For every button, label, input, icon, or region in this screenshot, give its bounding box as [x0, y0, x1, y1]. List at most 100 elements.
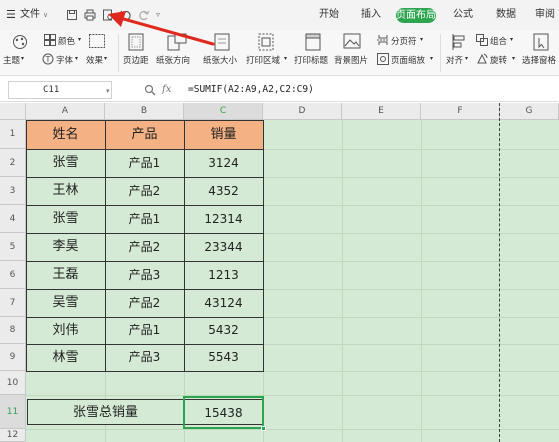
column-header-a[interactable]: A — [26, 103, 105, 120]
table-cell[interactable]: 吴雪 — [26, 289, 105, 317]
formula-input[interactable]: =SUMIF(A2:A9,A2,C2:C9) — [188, 78, 314, 102]
tab-formulas[interactable]: 公式 — [453, 0, 473, 30]
table-cell[interactable]: 12314 — [184, 205, 263, 233]
row-header[interactable]: 4 — [0, 205, 26, 233]
table-cell[interactable]: 王磊 — [26, 261, 105, 289]
group-button[interactable]: 组合 — [490, 35, 507, 47]
chevron-down-icon[interactable]: ▾ — [284, 55, 287, 62]
tab-review[interactable]: 审阅 — [535, 0, 555, 30]
print-area-button[interactable]: 打印区域 — [246, 54, 280, 66]
background-image-button[interactable]: 背景图片 — [334, 54, 368, 66]
table-cell[interactable]: 5543 — [184, 344, 263, 371]
selection-pane-icon[interactable] — [533, 33, 549, 51]
column-header-g[interactable]: G — [500, 103, 559, 120]
row-header[interactable]: 12 — [0, 429, 26, 442]
print-icon[interactable] — [84, 9, 96, 21]
table-cell[interactable]: 刘伟 — [26, 317, 105, 344]
table-cell[interactable]: 产品1 — [105, 317, 184, 344]
orientation-button[interactable]: 纸张方向 — [156, 54, 190, 66]
table-cell[interactable]: 产品2 — [105, 233, 184, 261]
zoom-icon[interactable] — [144, 84, 156, 96]
chevron-down-icon[interactable]: ▾ — [104, 55, 107, 62]
background-image-icon[interactable] — [343, 33, 361, 49]
colors-icon[interactable] — [44, 34, 56, 46]
table-cell[interactable]: 张雪 — [26, 149, 105, 177]
chevron-down-icon[interactable]: ▾ — [465, 55, 468, 62]
file-menu[interactable]: 文件 — [20, 0, 40, 30]
table-cell[interactable]: 5432 — [184, 317, 263, 344]
chevron-down-icon[interactable]: ▾ — [106, 87, 110, 95]
row-header[interactable]: 2 — [0, 149, 26, 177]
group-icon[interactable] — [476, 34, 488, 46]
fonts-button[interactable]: 字体 — [56, 54, 73, 66]
table-cell[interactable]: 产品1 — [105, 149, 184, 177]
column-header-e[interactable]: E — [342, 103, 421, 120]
header-product-cell[interactable]: 产品 — [105, 120, 184, 149]
rotate-button[interactable]: 旋转 — [490, 54, 507, 66]
chevron-down-icon[interactable]: ▾ — [430, 55, 433, 62]
rotate-icon[interactable] — [476, 53, 488, 65]
paper-size-button[interactable]: 纸张大小 — [203, 54, 237, 66]
margins-icon[interactable] — [128, 33, 144, 51]
row-header[interactable]: 8 — [0, 317, 26, 344]
align-button[interactable]: 对齐 — [446, 54, 463, 66]
table-cell[interactable]: 43124 — [184, 289, 263, 317]
chevron-down-icon[interactable]: ▾ — [512, 55, 515, 62]
chevron-down-icon[interactable]: ▾ — [75, 55, 78, 62]
row-header[interactable]: 7 — [0, 289, 26, 317]
column-header-f[interactable]: F — [421, 103, 500, 120]
row-header[interactable]: 11 — [0, 395, 26, 429]
orientation-icon[interactable] — [167, 33, 187, 51]
column-header-c[interactable]: C — [184, 103, 263, 120]
row-header[interactable]: 5 — [0, 233, 26, 261]
table-cell[interactable]: 李昊 — [26, 233, 105, 261]
table-cell[interactable]: 产品1 — [105, 205, 184, 233]
header-name-cell[interactable]: 姓名 — [26, 120, 105, 149]
table-cell[interactable]: 4352 — [184, 177, 263, 205]
theme-button[interactable]: 主题 — [3, 54, 20, 66]
row-header[interactable]: 3 — [0, 177, 26, 205]
tab-home[interactable]: 开始 — [319, 0, 339, 30]
row-header[interactable]: 10 — [0, 371, 26, 395]
fx-icon[interactable]: fx — [162, 78, 171, 102]
undo-icon[interactable] — [120, 9, 132, 21]
row-header[interactable]: 6 — [0, 261, 26, 289]
fonts-icon[interactable]: T — [42, 53, 54, 65]
chevron-down-icon[interactable]: ▾ — [21, 55, 24, 62]
tab-page-layout[interactable]: 页面布局 — [396, 8, 436, 23]
selection-pane-button[interactable]: 选择窗格 — [522, 54, 556, 66]
table-cell[interactable]: 林雪 — [26, 344, 105, 371]
paper-size-icon[interactable] — [214, 33, 230, 51]
row-header[interactable]: 9 — [0, 344, 26, 371]
table-cell[interactable]: 产品2 — [105, 289, 184, 317]
chevron-down-icon[interactable]: ∨ — [43, 0, 48, 30]
page-break-button[interactable]: 分页符 — [391, 35, 417, 47]
name-box[interactable]: C11 — [8, 81, 112, 99]
spreadsheet-grid[interactable]: A B C D E F G 1 2 3 4 5 6 7 8 9 10 11 12… — [0, 103, 559, 442]
tab-data[interactable]: 数据 — [496, 0, 516, 30]
header-sales-cell[interactable]: 销量 — [184, 120, 263, 149]
print-titles-icon[interactable] — [305, 33, 321, 51]
colors-button[interactable]: 颜色 — [58, 35, 75, 47]
column-header-b[interactable]: B — [105, 103, 184, 120]
table-cell[interactable]: 3124 — [184, 149, 263, 177]
quick-access-dropdown-icon[interactable]: ▿ — [156, 0, 160, 30]
margins-button[interactable]: 页边距 — [123, 54, 149, 66]
summary-label-cell[interactable]: 张雪总销量 — [27, 399, 184, 425]
page-break-icon[interactable] — [377, 34, 389, 46]
effects-button[interactable]: 效果 — [86, 54, 103, 66]
print-area-icon[interactable] — [258, 33, 274, 51]
chevron-down-icon[interactable]: ▾ — [510, 36, 513, 43]
print-preview-icon[interactable] — [102, 9, 114, 21]
effects-icon[interactable] — [89, 34, 105, 48]
chevron-down-icon[interactable]: ▾ — [420, 36, 423, 43]
page-zoom-icon[interactable] — [377, 53, 389, 65]
row-header[interactable]: 1 — [0, 120, 26, 149]
table-cell[interactable]: 王林 — [26, 177, 105, 205]
column-header-d[interactable]: D — [263, 103, 342, 120]
theme-icon[interactable] — [10, 34, 30, 50]
select-all-corner[interactable] — [0, 103, 26, 120]
print-titles-button[interactable]: 打印标题 — [294, 54, 328, 66]
save-icon[interactable] — [66, 9, 78, 21]
redo-icon[interactable] — [138, 9, 150, 21]
